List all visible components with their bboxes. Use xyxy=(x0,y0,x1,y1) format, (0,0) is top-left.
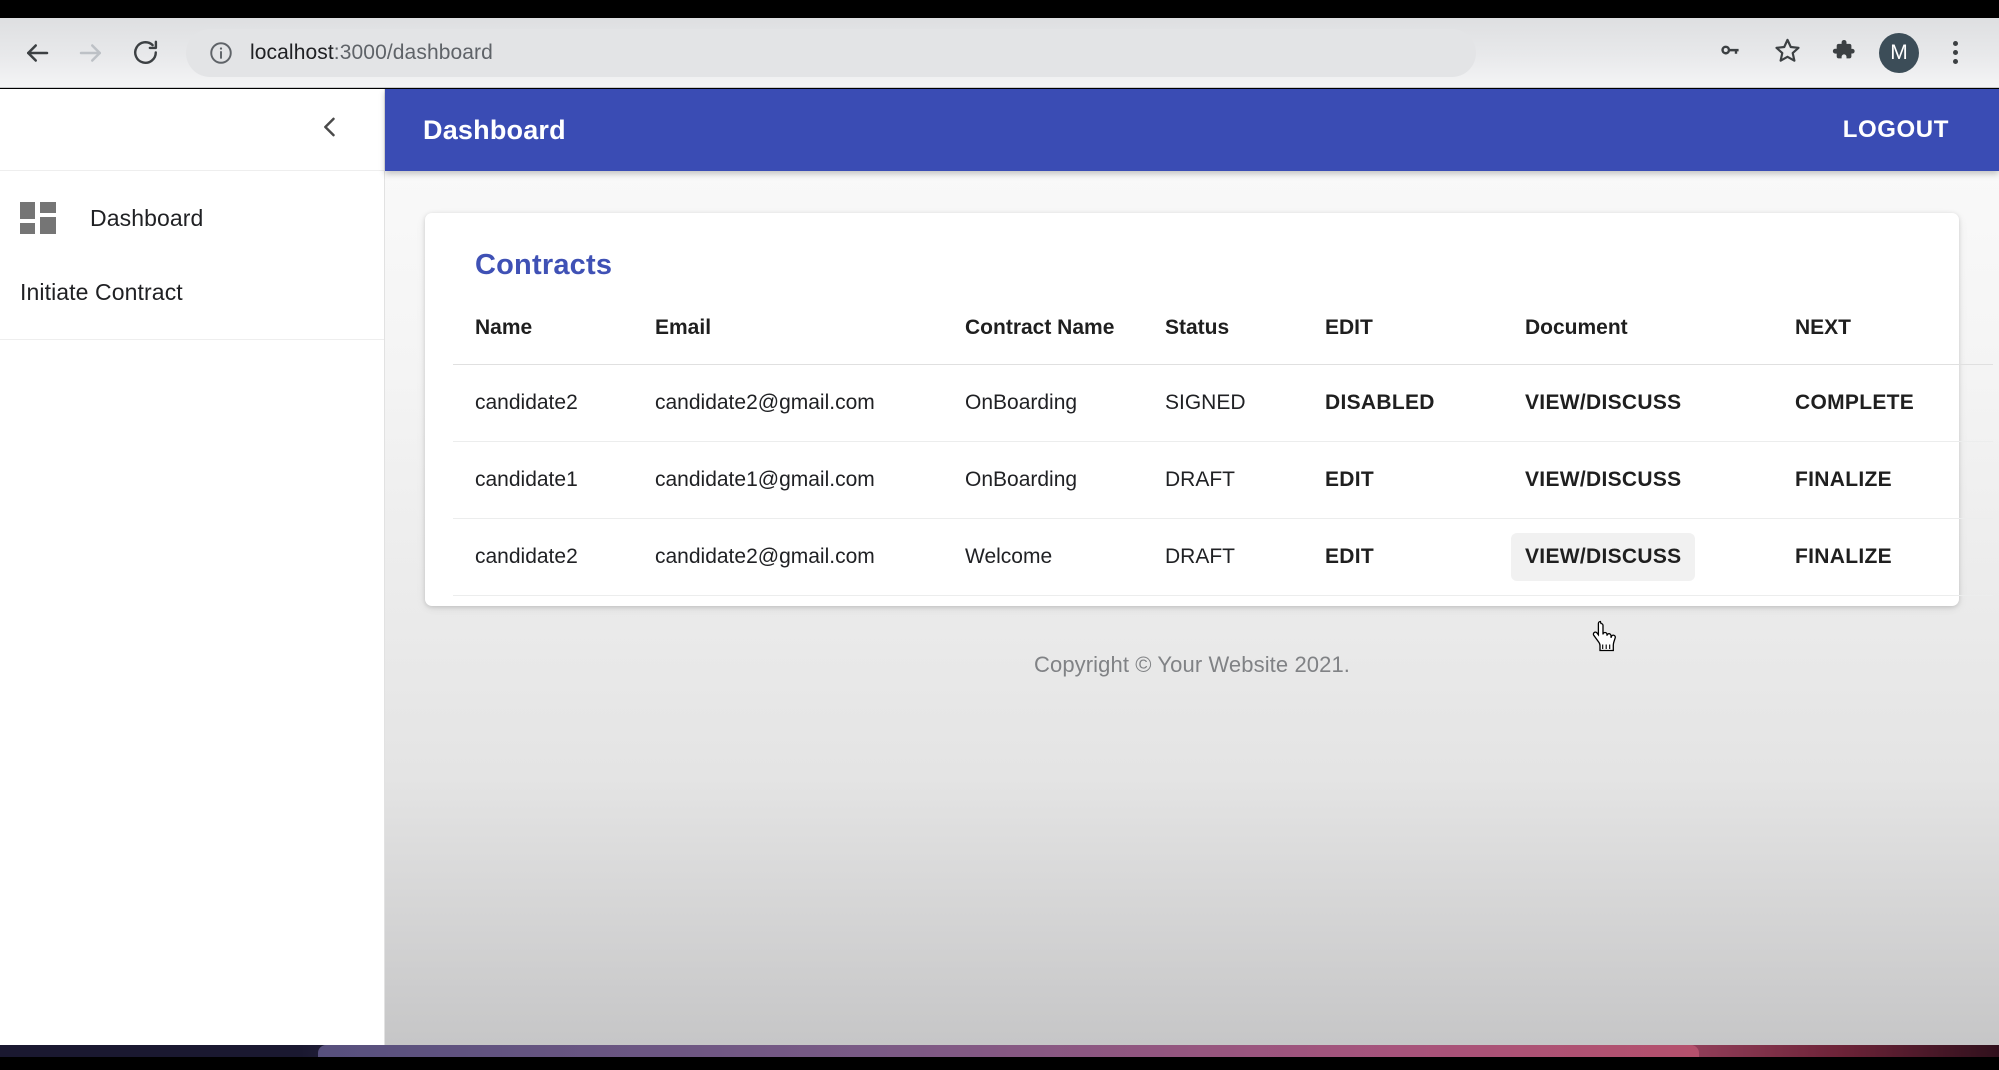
sidebar-item-initiate-contract[interactable]: Initiate Contract xyxy=(0,255,384,329)
next-action-button[interactable]: FINALIZE xyxy=(1781,533,1906,581)
cell-document: VIEW/DISCUSS xyxy=(1503,518,1773,597)
view-discuss-button[interactable]: VIEW/DISCUSS xyxy=(1511,379,1695,427)
cell-name: candidate1 xyxy=(453,441,633,520)
cell-next: FINALIZE xyxy=(1773,441,1993,520)
os-strip-inner xyxy=(318,1045,1699,1057)
cell-next: COMPLETE xyxy=(1773,364,1993,443)
chevron-left-icon xyxy=(316,113,344,146)
table-head: Name Email Contract Name Status EDIT Doc… xyxy=(453,296,1993,366)
page-title: Dashboard xyxy=(423,114,566,145)
reload-button[interactable] xyxy=(118,26,172,80)
browser-menu-button[interactable] xyxy=(1929,27,1981,79)
bookmark-star-icon xyxy=(1773,36,1802,70)
table-header-row: Name Email Contract Name Status EDIT Doc… xyxy=(453,296,1993,366)
profile-button[interactable]: M xyxy=(1873,27,1925,79)
window-title-strip xyxy=(0,0,1999,18)
browser-window: localhost:3000/dashboard M Dashboard Ini… xyxy=(0,0,1999,1070)
edit-action-button[interactable]: DISABLED xyxy=(1311,379,1449,427)
sidebar-drawer: Dashboard Initiate Contract xyxy=(0,89,385,1045)
column-header-next[interactable]: NEXT xyxy=(1773,296,1993,366)
column-header-document[interactable]: Document xyxy=(1503,296,1773,366)
drawer-header xyxy=(0,89,384,171)
column-header-edit[interactable]: EDIT xyxy=(1303,296,1503,366)
page-viewport: Dashboard Initiate Contract Dashboard LO… xyxy=(0,89,1999,1045)
cell-email: candidate1@gmail.com xyxy=(633,441,943,520)
url-text: localhost:3000/dashboard xyxy=(250,41,493,65)
card-title: Contracts xyxy=(475,249,613,281)
column-header-name[interactable]: Name xyxy=(453,296,633,366)
table-row: candidate2 candidate2@gmail.com Welcome … xyxy=(453,518,1993,597)
logout-button[interactable]: LOGOUT xyxy=(1821,106,1971,154)
sidebar-item-dashboard[interactable]: Dashboard xyxy=(0,181,384,255)
next-action-button[interactable]: COMPLETE xyxy=(1781,379,1928,427)
cell-email: candidate2@gmail.com xyxy=(633,364,943,443)
cell-contract-name: OnBoarding xyxy=(943,441,1143,520)
arrow-right-icon xyxy=(76,38,106,68)
url-host: localhost xyxy=(250,40,334,64)
extensions-puzzle-icon xyxy=(1829,36,1857,69)
password-key-icon xyxy=(1717,36,1745,69)
cell-document: VIEW/DISCUSS xyxy=(1503,441,1773,520)
browser-actions: M xyxy=(1705,27,1981,79)
info-circle-icon[interactable] xyxy=(206,38,236,68)
avatar: M xyxy=(1879,32,1919,73)
view-discuss-button[interactable]: VIEW/DISCUSS xyxy=(1511,533,1696,582)
footer-copyright: Copyright © Your Website 2021. xyxy=(1034,652,1350,678)
password-key-button[interactable] xyxy=(1705,27,1757,79)
os-bottom-strip xyxy=(0,1045,1999,1057)
address-bar[interactable]: localhost:3000/dashboard xyxy=(186,28,1476,77)
main-content: Dashboard LOGOUT Contracts Name Email Co… xyxy=(385,89,1999,1045)
back-button[interactable] xyxy=(10,26,64,80)
forward-button[interactable] xyxy=(64,26,118,80)
cell-status: DRAFT xyxy=(1143,441,1303,520)
dashboard-grid-icon xyxy=(20,202,90,234)
view-discuss-button[interactable]: VIEW/DISCUSS xyxy=(1511,456,1695,504)
cell-document: VIEW/DISCUSS xyxy=(1503,364,1773,443)
cell-status: DRAFT xyxy=(1143,518,1303,597)
reload-icon xyxy=(131,38,160,67)
next-action-button[interactable]: FINALIZE xyxy=(1781,456,1906,504)
cell-next: FINALIZE xyxy=(1773,518,1993,597)
kebab-menu-icon xyxy=(1952,41,1958,64)
app-bar: Dashboard LOGOUT xyxy=(385,89,1999,171)
table-body: candidate2 candidate2@gmail.com OnBoardi… xyxy=(453,364,1993,597)
bookmark-star-button[interactable] xyxy=(1761,27,1813,79)
content-area: Contracts Name Email Contract Name Statu… xyxy=(385,171,1999,1045)
column-header-contract-name[interactable]: Contract Name xyxy=(943,296,1143,366)
contracts-card: Contracts Name Email Contract Name Statu… xyxy=(425,213,1993,607)
arrow-left-icon xyxy=(22,38,52,68)
column-header-status[interactable]: Status xyxy=(1143,296,1303,366)
extensions-button[interactable] xyxy=(1817,27,1869,79)
sidebar-item-label: Dashboard xyxy=(90,204,204,231)
sidebar-nav-list: Dashboard Initiate Contract xyxy=(0,171,384,340)
url-path: :3000/dashboard xyxy=(333,40,493,64)
cell-name: candidate2 xyxy=(453,364,633,443)
os-bottom-bar xyxy=(0,1057,1999,1070)
browser-toolbar: localhost:3000/dashboard M xyxy=(0,18,1999,88)
column-header-email[interactable]: Email xyxy=(633,296,943,366)
cell-email: candidate2@gmail.com xyxy=(633,518,943,597)
cell-contract-name: Welcome xyxy=(943,518,1143,597)
cell-name: candidate2 xyxy=(453,518,633,597)
cell-edit: EDIT xyxy=(1303,518,1503,597)
sidebar-item-label: Initiate Contract xyxy=(20,278,183,305)
edit-action-button[interactable]: EDIT xyxy=(1311,533,1388,581)
edit-action-button[interactable]: EDIT xyxy=(1311,456,1388,504)
sidebar-collapse-button[interactable] xyxy=(302,102,358,158)
cell-edit: EDIT xyxy=(1303,441,1503,520)
table-row: candidate1 candidate1@gmail.com OnBoardi… xyxy=(453,441,1993,520)
contracts-table: Name Email Contract Name Status EDIT Doc… xyxy=(453,296,1993,597)
cell-contract-name: OnBoarding xyxy=(943,364,1143,443)
table-row: candidate2 candidate2@gmail.com OnBoardi… xyxy=(453,364,1993,443)
cell-status: SIGNED xyxy=(1143,364,1303,443)
cell-edit: DISABLED xyxy=(1303,364,1503,443)
